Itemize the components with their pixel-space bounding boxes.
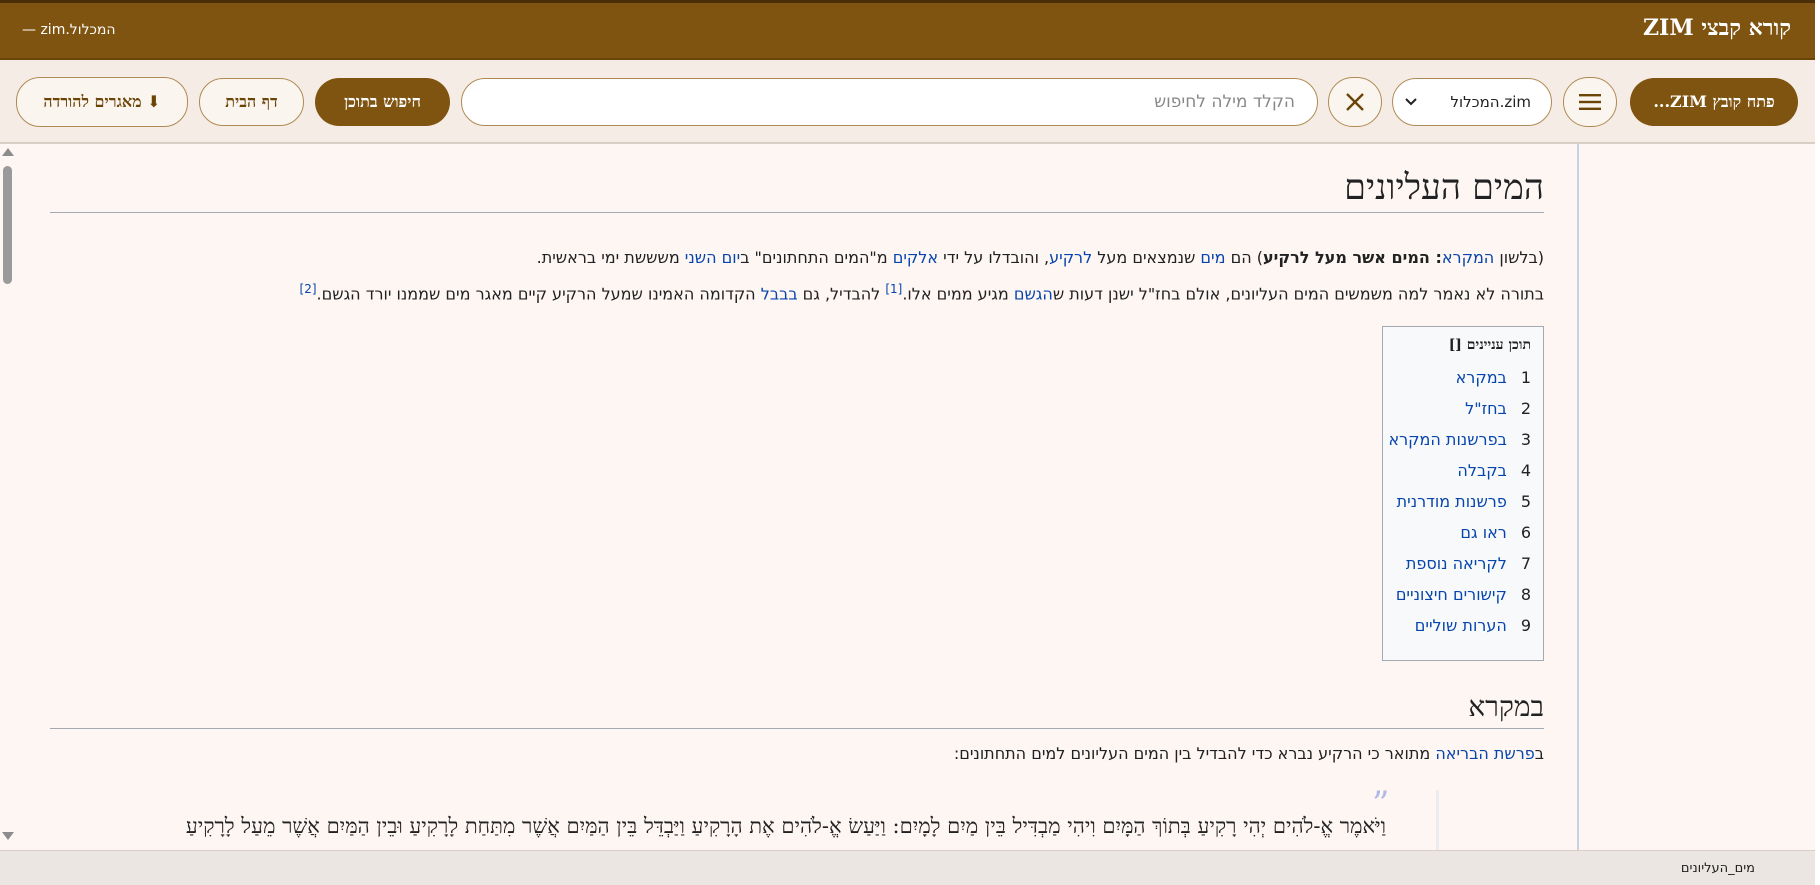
text: ) הם	[1225, 248, 1263, 267]
blockquote-text: וַיֹּאמֶר אֱ-לֹהִים יְהִי רָקִיעַ בְּתוֹ…	[185, 814, 1386, 838]
text: , והובדלו על ידי	[938, 248, 1050, 267]
toc-link[interactable]: במקרא	[1456, 368, 1507, 387]
status-bar: מים_העליונים	[0, 850, 1815, 885]
home-button[interactable]: דף הבית	[199, 78, 304, 126]
text: בתורה לא נאמר למה משמשים המים העליונים, …	[1052, 284, 1544, 304]
scroll-down-icon[interactable]	[2, 832, 14, 840]
text: להבדיל, גם	[797, 284, 886, 304]
toc-num: 3	[1520, 430, 1531, 449]
link-bavel[interactable]: בבבל	[761, 284, 798, 303]
toc-item[interactable]: 8 קישורים חיצוניים	[1391, 579, 1531, 610]
window-edge	[1815, 0, 1820, 885]
toc-link[interactable]: בקבלה	[1457, 461, 1506, 480]
link-mikra[interactable]: המקרא	[1442, 248, 1494, 267]
text: ב	[1534, 744, 1544, 763]
sidebar-divider	[1577, 144, 1579, 850]
table-of-contents: תוכן עניינים [] 1 במקרא 2 בחז"ל 3 בפרשנות ה…	[1382, 326, 1544, 661]
section-heading-mikra: במקרא	[50, 690, 1544, 729]
link-parashat-habriah[interactable]: פרשת הבריאה	[1435, 744, 1534, 763]
search-input[interactable]	[461, 78, 1318, 126]
link-elokim[interactable]: אלקים	[893, 248, 938, 267]
status-page-name: מים_העליונים	[1680, 861, 1755, 876]
hamburger-icon	[1579, 94, 1601, 110]
toc-link[interactable]: לקריאה נוספת	[1406, 554, 1507, 573]
toc-num: 6	[1520, 523, 1531, 542]
download-repos-label: ⬇ מאגרים להורדה	[43, 92, 161, 111]
menu-button[interactable]	[1563, 77, 1617, 127]
toc-num: 4	[1520, 461, 1531, 480]
link-rakia[interactable]: לרקיע	[1049, 248, 1092, 267]
scroll-thumb[interactable]	[3, 166, 12, 284]
toc-item[interactable]: 5 פרשנות מודרנית	[1391, 486, 1531, 517]
open-zim-button[interactable]: פתח קובץ ZIM...	[1630, 78, 1798, 126]
title-bar: קורא קבצי ZIM המכלול.zim —	[0, 0, 1815, 60]
toc-link[interactable]: בחז"ל	[1465, 399, 1507, 418]
chevron-down-icon	[1405, 98, 1417, 106]
text: (בלשון	[1494, 248, 1544, 267]
text: מגיע ממים אלו.	[902, 284, 1014, 304]
link-mayim[interactable]: מים	[1200, 248, 1225, 267]
app-title: קורא קבצי ZIM	[1642, 15, 1791, 41]
link-geshem[interactable]: הגשם	[1014, 284, 1053, 303]
clear-search-button[interactable]	[1328, 77, 1382, 127]
search-in-content-button[interactable]: חיפוש בתוכן	[315, 78, 450, 126]
toolbar: פתח קובץ ZIM... המכלול.zim חיפוש בתוכן ד…	[0, 60, 1815, 144]
home-label: דף הבית	[225, 92, 278, 111]
toc-num: 5	[1520, 492, 1531, 511]
toc-num: 7	[1520, 554, 1531, 573]
toc-item[interactable]: 9 הערות שוליים	[1391, 610, 1531, 641]
download-repos-button[interactable]: ⬇ מאגרים להורדה	[16, 77, 188, 127]
blockquote-bar	[1436, 790, 1439, 850]
toc-item[interactable]: 6 ראו גם	[1391, 517, 1531, 548]
vertical-scrollbar[interactable]	[0, 144, 15, 850]
text: משששת ימי בראשית.	[536, 248, 685, 267]
section-paragraph: בפרשת הבריאה מתואר כי הרקיע נברא כדי להב…	[50, 744, 1544, 763]
scroll-up-icon[interactable]	[2, 148, 14, 156]
toc-title: תוכן עניינים []	[1448, 337, 1531, 353]
search-in-content-label: חיפוש בתוכן	[344, 92, 421, 111]
toc-item[interactable]: 7 לקריאה נוספת	[1391, 548, 1531, 579]
toc-item[interactable]: 3 בפרשנות המקרא	[1388, 424, 1531, 455]
content-area: המים העליונים (בלשון המקרא: המים אשר מעל…	[0, 144, 1815, 850]
document-name: המכלול.zim —	[22, 22, 116, 38]
text: הקדומה האמינו שמעל הרקיע קיים מאגר מים ש…	[316, 284, 761, 304]
text: מ"המים התחתונים" ב	[740, 248, 893, 267]
footnote-ref-2[interactable]: [2]	[300, 282, 317, 296]
intro-paragraph: (בלשון המקרא: המים אשר מעל לרקיע) הם מים…	[50, 248, 1544, 267]
archive-select[interactable]: המכלול.zim	[1392, 78, 1552, 126]
article-title: המים העליונים	[50, 168, 1544, 213]
toc-link[interactable]: הערות שוליים	[1415, 616, 1507, 635]
text: מתואר כי הרקיע נברא כדי להבדיל בין המים …	[953, 744, 1436, 763]
toc-num: 9	[1520, 616, 1531, 635]
toc-item[interactable]: 2 בחז"ל	[1391, 393, 1531, 424]
footnote-ref-1[interactable]: [1]	[885, 282, 902, 296]
toc-num: 8	[1520, 585, 1531, 604]
toc-link[interactable]: בפרשנות המקרא	[1388, 430, 1506, 449]
toc-item[interactable]: 1 במקרא	[1391, 362, 1531, 393]
archive-select-value: המכלול.zim	[1450, 93, 1531, 111]
toc-link[interactable]: קישורים חיצוניים	[1396, 585, 1507, 604]
link-yom-sheni[interactable]: יום השני	[685, 248, 740, 267]
toc-list: 1 במקרא 2 בחז"ל 3 בפרשנות המקרא 4 בקבלה 5 פרש…	[1388, 362, 1531, 641]
toc-link[interactable]: ראו גם	[1460, 523, 1506, 542]
toc-link[interactable]: פרשנות מודרנית	[1397, 492, 1507, 511]
close-icon	[1346, 93, 1364, 111]
text: שנמצאים מעל	[1092, 248, 1201, 267]
open-zim-label: פתח קובץ ZIM...	[1653, 92, 1775, 111]
toc-num: 1	[1520, 368, 1531, 387]
quote-bold: : המים אשר מעל לרקיע	[1262, 248, 1442, 267]
second-paragraph: בתורה לא נאמר למה משמשים המים העליונים, …	[50, 282, 1544, 303]
toc-num: 2	[1520, 399, 1531, 418]
toc-item[interactable]: 4 בקבלה	[1391, 455, 1531, 486]
